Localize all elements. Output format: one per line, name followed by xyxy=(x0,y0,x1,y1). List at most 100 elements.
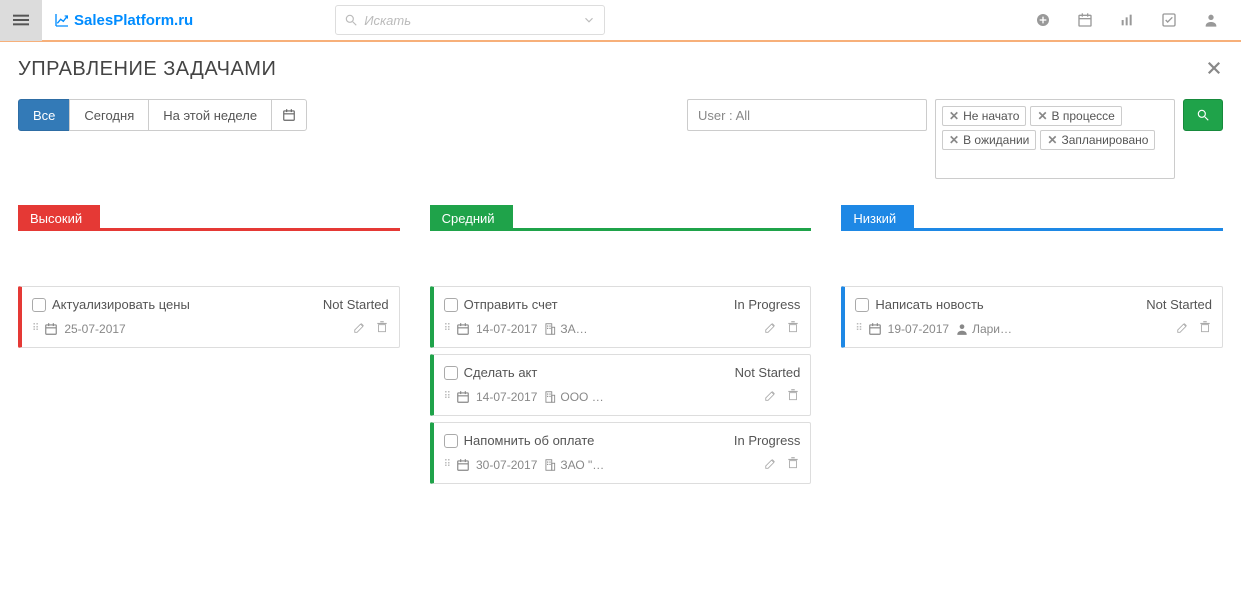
calendar-button[interactable] xyxy=(1077,12,1093,28)
task-checkbox[interactable] xyxy=(444,434,458,448)
column-medium: Средний Отправить счет In Progress ⠿ 14-… xyxy=(430,205,812,484)
top-icon-bar xyxy=(1035,12,1241,28)
close-button[interactable] xyxy=(1205,59,1223,80)
menu-toggle[interactable] xyxy=(0,0,42,41)
user-filter-select[interactable]: User : All xyxy=(687,99,927,131)
tag-label: Не начато xyxy=(963,109,1019,123)
trash-icon xyxy=(786,388,800,402)
tag-remove[interactable]: ✕ xyxy=(1037,109,1047,123)
task-card[interactable]: Актуализировать цены Not Started ⠿ 25-07… xyxy=(18,286,400,348)
tab-this-week[interactable]: На этой неделе xyxy=(148,99,272,131)
task-checkbox[interactable] xyxy=(32,298,46,312)
page-header: УПРАВЛЕНИЕ ЗАДАЧАМИ xyxy=(0,42,1241,91)
brand[interactable]: SalesPlatform.ru xyxy=(42,12,205,29)
drag-handle-icon[interactable]: ⠿ xyxy=(444,395,450,399)
close-icon xyxy=(1205,59,1223,77)
search-icon xyxy=(344,13,358,27)
global-search[interactable] xyxy=(335,5,605,35)
plus-circle-icon xyxy=(1035,12,1051,28)
task-account: ЗА… xyxy=(560,322,587,336)
calendar-icon xyxy=(282,108,296,122)
tab-all[interactable]: Все xyxy=(18,99,70,131)
status-tag: ✕ Не начато xyxy=(942,106,1026,126)
kanban-board: Высокий Актуализировать цены Not Started… xyxy=(0,195,1241,514)
task-title: Актуализировать цены xyxy=(52,297,317,312)
task-checkbox[interactable] xyxy=(444,366,458,380)
task-title: Напомнить об оплате xyxy=(464,433,728,448)
building-icon xyxy=(543,390,557,404)
apply-filter-button[interactable] xyxy=(1183,99,1223,131)
menu-icon xyxy=(13,12,29,28)
task-contact: Лари… xyxy=(972,322,1012,336)
task-title: Написать новость xyxy=(875,297,1140,312)
calendar-icon xyxy=(868,322,882,336)
edit-button[interactable] xyxy=(764,388,778,405)
edit-button[interactable] xyxy=(764,456,778,473)
tag-remove[interactable]: ✕ xyxy=(949,133,959,147)
status-filter[interactable]: ✕ Не начато ✕ В процессе ✕ В ожидании ✕ … xyxy=(935,99,1175,179)
column-header: Низкий xyxy=(841,205,1223,231)
pencil-icon xyxy=(764,320,778,334)
edit-button[interactable] xyxy=(1176,320,1190,337)
edit-button[interactable] xyxy=(764,320,778,337)
edit-button[interactable] xyxy=(353,320,367,337)
column-high: Высокий Актуализировать цены Not Started… xyxy=(18,205,400,484)
date-range-tabs: Все Сегодня На этой неделе xyxy=(18,99,307,131)
pencil-icon xyxy=(1176,320,1190,334)
drag-handle-icon[interactable]: ⠿ xyxy=(32,327,38,331)
chevron-down-icon[interactable] xyxy=(582,13,596,27)
task-card[interactable]: Написать новость Not Started ⠿ 19-07-201… xyxy=(841,286,1223,348)
user-filter-value: User : All xyxy=(698,108,750,123)
drag-handle-icon[interactable]: ⠿ xyxy=(855,327,861,331)
reports-button[interactable] xyxy=(1119,12,1135,28)
column-body: Написать новость Not Started ⠿ 19-07-201… xyxy=(841,231,1223,348)
delete-button[interactable] xyxy=(1198,320,1212,337)
status-tag: ✕ Запланировано xyxy=(1040,130,1155,150)
bar-chart-icon xyxy=(1119,12,1135,28)
delete-button[interactable] xyxy=(375,320,389,337)
delete-button[interactable] xyxy=(786,320,800,337)
tab-today[interactable]: Сегодня xyxy=(69,99,149,131)
filter-bar: Все Сегодня На этой неделе User : All ✕ … xyxy=(0,91,1241,195)
task-account: ООО … xyxy=(560,390,603,404)
task-checkbox[interactable] xyxy=(444,298,458,312)
task-title: Сделать акт xyxy=(464,365,729,380)
task-checkbox[interactable] xyxy=(855,298,869,312)
column-label: Высокий xyxy=(18,205,100,231)
tag-label: Запланировано xyxy=(1061,133,1148,147)
column-header: Средний xyxy=(430,205,812,231)
trash-icon xyxy=(375,320,389,334)
tag-label: В процессе xyxy=(1052,109,1115,123)
task-card[interactable]: Отправить счет In Progress ⠿ 14-07-2017 … xyxy=(430,286,812,348)
task-status: Not Started xyxy=(735,365,801,380)
calendar-icon xyxy=(456,390,470,404)
tag-label: В ожидании xyxy=(963,133,1029,147)
task-status: In Progress xyxy=(734,297,800,312)
task-card[interactable]: Напомнить об оплате In Progress ⠿ 30-07-… xyxy=(430,422,812,484)
user-icon xyxy=(1203,12,1219,28)
status-tag: ✕ В ожидании xyxy=(942,130,1036,150)
task-card[interactable]: Сделать акт Not Started ⠿ 14-07-2017 ООО… xyxy=(430,354,812,416)
status-tag: ✕ В процессе xyxy=(1030,106,1121,126)
trash-icon xyxy=(786,456,800,470)
brand-icon xyxy=(54,12,70,28)
task-date: 14-07-2017 xyxy=(476,322,537,336)
drag-handle-icon[interactable]: ⠿ xyxy=(444,327,450,331)
delete-button[interactable] xyxy=(786,388,800,405)
date-picker-button[interactable] xyxy=(271,99,307,131)
calendar-icon xyxy=(44,322,58,336)
quick-create-button[interactable] xyxy=(1035,12,1051,28)
column-header: Высокий xyxy=(18,205,400,231)
pencil-icon xyxy=(764,456,778,470)
drag-handle-icon[interactable]: ⠿ xyxy=(444,463,450,467)
check-square-icon xyxy=(1161,12,1177,28)
tag-remove[interactable]: ✕ xyxy=(1047,133,1057,147)
task-title: Отправить счет xyxy=(464,297,728,312)
search-input[interactable] xyxy=(364,13,576,28)
tag-remove[interactable]: ✕ xyxy=(949,109,959,123)
delete-button[interactable] xyxy=(786,456,800,473)
profile-button[interactable] xyxy=(1203,12,1219,28)
tasks-button[interactable] xyxy=(1161,12,1177,28)
column-low: Низкий Написать новость Not Started ⠿ 19… xyxy=(841,205,1223,484)
search-icon xyxy=(1196,108,1210,122)
